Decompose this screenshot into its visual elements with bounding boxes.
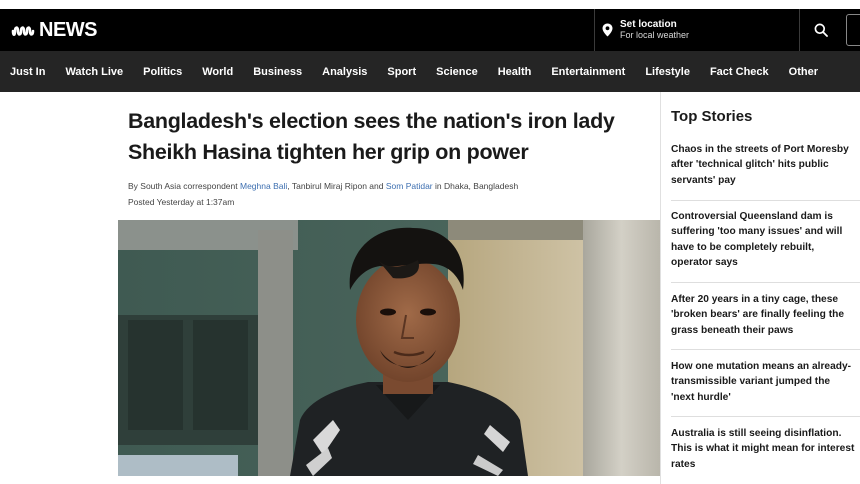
edge-button[interactable] [846, 14, 860, 46]
author-link-2[interactable]: Som Patidar [386, 181, 433, 191]
posted-time: Posted Yesterday at 1:37am [128, 197, 235, 207]
abc-logo-icon [11, 25, 35, 36]
nav-item-lifestyle[interactable]: Lifestyle [645, 66, 690, 78]
top-story-link[interactable]: After 20 years in a tiny cage, these 'br… [671, 292, 856, 338]
logo-text: NEWS [39, 19, 98, 41]
nav-item-other[interactable]: Other [789, 66, 818, 78]
article-photo [118, 220, 660, 476]
article: Bangladesh's election sees the nation's … [118, 92, 660, 484]
nav-item-fact-check[interactable]: Fact Check [710, 66, 769, 78]
search-icon [814, 23, 828, 37]
nav-item-analysis[interactable]: Analysis [322, 66, 367, 78]
byline-prefix: By South Asia correspondent [128, 181, 240, 191]
nav-item-just-in[interactable]: Just In [10, 66, 45, 78]
article-headline: Bangladesh's election sees the nation's … [128, 109, 615, 164]
abc-news-logo[interactable]: NEWS [10, 19, 98, 42]
story-divider [671, 349, 860, 350]
top-story-link[interactable]: Controversial Queensland dam is sufferin… [671, 209, 856, 271]
nav-item-politics[interactable]: Politics [143, 66, 182, 78]
top-stories-sidebar: Top Stories Chaos in the streets of Port… [661, 92, 860, 484]
top-story-link[interactable]: How one mutation means an already-transm… [671, 359, 856, 405]
nav-item-business[interactable]: Business [253, 66, 302, 78]
article-byline: By South Asia correspondent Meghna Bali,… [128, 181, 518, 191]
top-story-link[interactable]: Australia is still seeing disinflation. … [671, 426, 856, 472]
nav-item-health[interactable]: Health [498, 66, 532, 78]
top-story-link[interactable]: Chaos in the streets of Port Moresby aft… [671, 142, 856, 188]
location-subtitle: For local weather [620, 30, 690, 40]
story-divider [671, 200, 860, 201]
byline-suffix: in Dhaka, Bangladesh [432, 181, 519, 191]
nav-item-sport[interactable]: Sport [387, 66, 416, 78]
story-divider [671, 416, 860, 417]
nav-item-world[interactable]: World [202, 66, 233, 78]
location-pin-icon [602, 23, 613, 37]
search-button[interactable] [801, 9, 841, 51]
byline-middle: , Tanbirul Miraj Ripon and [287, 181, 386, 191]
author-link-1[interactable]: Meghna Bali [240, 181, 287, 191]
story-divider [671, 282, 860, 283]
set-location-button[interactable]: Set location For local weather [594, 9, 800, 51]
nav-item-science[interactable]: Science [436, 66, 478, 78]
nav-item-entertainment[interactable]: Entertainment [551, 66, 625, 78]
top-strip [0, 0, 860, 9]
top-stories-title: Top Stories [671, 108, 753, 125]
nav-item-watch-live[interactable]: Watch Live [65, 66, 123, 78]
main-nav: Just In Watch Live Politics World Busine… [0, 51, 860, 92]
site-header: NEWS Set location For local weather [0, 9, 860, 51]
location-title: Set location [620, 19, 677, 30]
